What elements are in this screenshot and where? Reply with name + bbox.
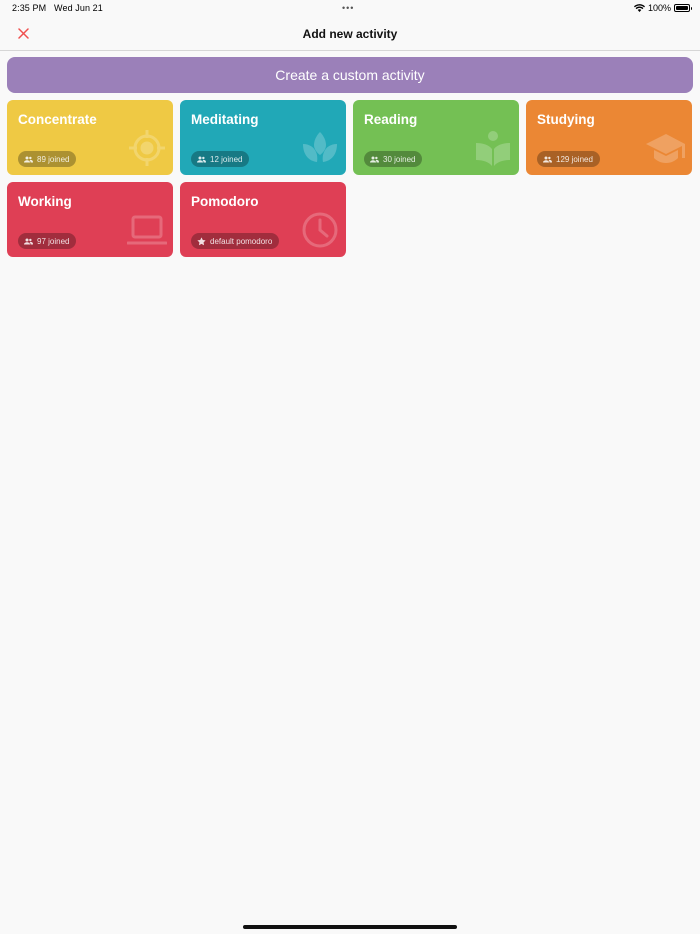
status-bar: 2:35 PM Wed Jun 21 ••• 100% xyxy=(0,0,700,17)
joined-count: 12 joined xyxy=(210,154,243,164)
graduation-cap-icon xyxy=(646,134,685,163)
people-icon xyxy=(543,156,552,162)
battery-icon xyxy=(674,4,692,12)
joined-badge: 97 joined xyxy=(18,233,77,249)
activity-card-meditating[interactable]: Meditating 12 joined xyxy=(180,100,346,175)
people-icon xyxy=(24,238,33,244)
joined-count: 30 joined xyxy=(383,154,416,164)
default-badge: default pomodoro xyxy=(191,233,280,249)
activity-title: Meditating xyxy=(191,112,259,127)
page-title: Add new activity xyxy=(302,27,398,41)
star-icon xyxy=(197,236,206,245)
joined-badge: 89 joined xyxy=(18,151,77,167)
activity-grid: Concentrate 89 joined Meditating 12 join… xyxy=(7,100,693,257)
target-icon xyxy=(129,130,165,166)
status-right: 100% xyxy=(633,3,692,13)
joined-badge: 12 joined xyxy=(191,151,250,167)
activity-title: Working xyxy=(18,194,72,209)
wifi-icon xyxy=(633,4,645,12)
create-custom-activity-button[interactable]: Create a custom activity xyxy=(7,57,693,93)
activity-title: Reading xyxy=(364,112,418,127)
people-icon xyxy=(24,156,33,162)
battery-percent: 100% xyxy=(647,3,671,13)
joined-count: 97 joined xyxy=(37,236,70,246)
activity-title: Concentrate xyxy=(18,112,97,127)
status-time: 2:35 PM Wed Jun 21 xyxy=(12,3,103,13)
joined-count: 89 joined xyxy=(37,154,70,164)
activity-title: Studying xyxy=(537,112,595,127)
home-indicator[interactable] xyxy=(243,925,457,929)
people-icon xyxy=(370,156,379,162)
nav-bar: Add new activity xyxy=(0,17,700,51)
activity-title: Pomodoro xyxy=(191,194,259,209)
joined-badge: 129 joined xyxy=(537,151,600,167)
status-date-text: Wed Jun 21 xyxy=(54,3,103,13)
reader-icon xyxy=(476,131,510,166)
lotus-icon xyxy=(303,132,337,162)
joined-count: 129 joined xyxy=(556,154,593,164)
activity-card-concentrate[interactable]: Concentrate 89 joined xyxy=(7,100,173,175)
default-label: default pomodoro xyxy=(210,236,273,246)
activity-card-studying[interactable]: Studying 129 joined xyxy=(526,100,692,175)
status-time-text: 2:35 PM xyxy=(12,3,47,13)
activity-card-working[interactable]: Working 97 joined xyxy=(7,182,173,257)
activity-card-pomodoro[interactable]: Pomodoro default pomodoro xyxy=(180,182,346,257)
activity-card-reading[interactable]: Reading 30 joined xyxy=(353,100,519,175)
people-icon xyxy=(197,156,206,162)
laptop-icon xyxy=(127,215,167,245)
multitasking-dots[interactable]: ••• xyxy=(342,3,354,13)
joined-badge: 30 joined xyxy=(364,151,423,167)
clock-icon xyxy=(302,212,338,248)
